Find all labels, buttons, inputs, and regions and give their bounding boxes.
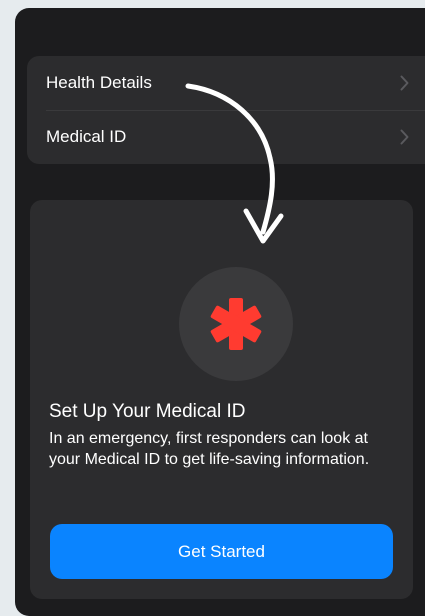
phone-screen: Health Details Medical ID Set Up Your Me xyxy=(15,8,425,616)
settings-list: Health Details Medical ID xyxy=(27,56,425,164)
get-started-button[interactable]: Get Started xyxy=(50,524,393,579)
medical-id-setup-card: Set Up Your Medical ID In an emergency, … xyxy=(30,200,413,599)
chevron-right-icon xyxy=(400,75,409,91)
medical-id-row[interactable]: Medical ID xyxy=(27,110,425,164)
asterisk-icon xyxy=(210,298,262,350)
chevron-right-icon xyxy=(400,129,409,145)
medical-id-label: Medical ID xyxy=(46,127,127,146)
health-details-row[interactable]: Health Details xyxy=(27,56,425,111)
card-description: In an emergency, first responders can lo… xyxy=(49,430,370,468)
card-title: Set Up Your Medical ID xyxy=(49,401,246,422)
medical-id-badge xyxy=(179,267,293,381)
health-details-label: Health Details xyxy=(46,73,152,92)
